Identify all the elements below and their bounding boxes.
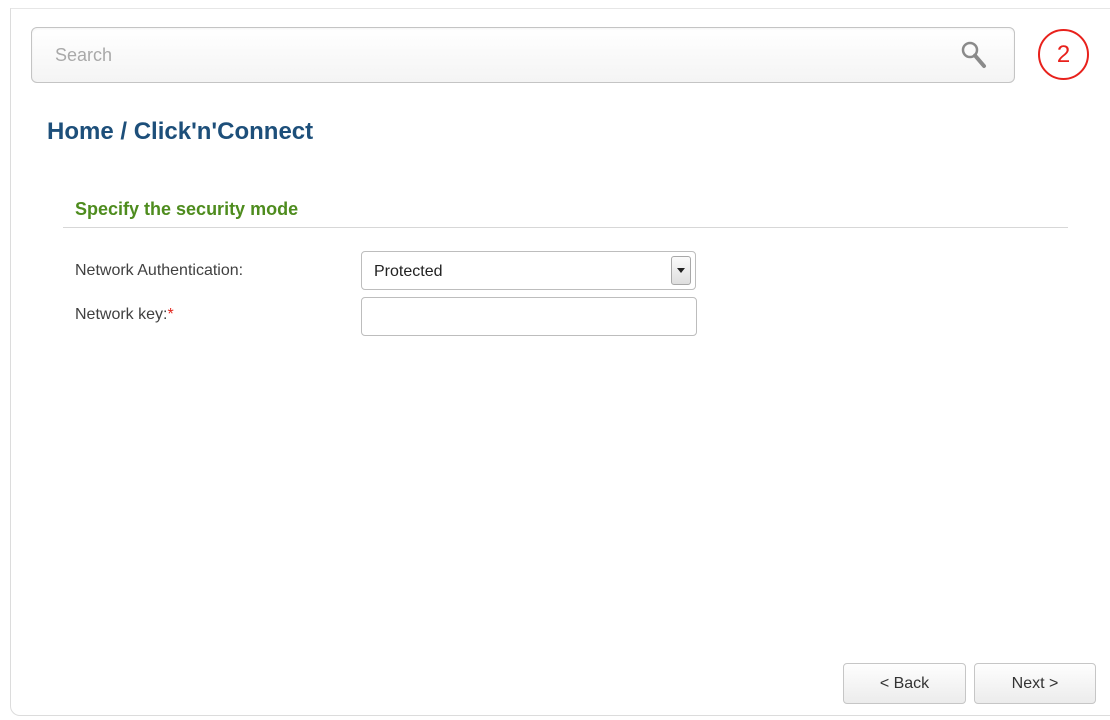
search-icon[interactable]	[960, 40, 988, 70]
breadcrumb-home[interactable]: Home	[47, 118, 114, 145]
required-marker: *	[167, 306, 174, 323]
network-key-label-text: Network key:	[75, 306, 168, 323]
section-divider	[63, 227, 1068, 228]
search-input[interactable]	[32, 28, 952, 82]
step-number: 2	[1056, 41, 1071, 68]
network-key-input[interactable]	[361, 297, 697, 336]
breadcrumb-separator: /	[113, 118, 134, 145]
network-auth-select[interactable]: Protected	[361, 251, 696, 290]
network-auth-label: Network Authentication:	[75, 262, 244, 279]
section-title: Specify the security mode	[75, 199, 299, 219]
step-number-badge: 2	[1038, 29, 1089, 80]
breadcrumb-current: Click'n'Connect	[133, 118, 314, 145]
network-key-label: Network key:*	[75, 306, 174, 324]
content-frame	[10, 8, 1110, 716]
network-auth-value: Protected	[374, 263, 443, 280]
breadcrumb: Home / Click'n'Connect	[47, 118, 313, 146]
search-box	[31, 27, 1015, 83]
back-button[interactable]: < Back	[843, 663, 966, 704]
dropdown-arrow-icon[interactable]	[671, 256, 691, 285]
next-button[interactable]: Next >	[974, 663, 1096, 704]
